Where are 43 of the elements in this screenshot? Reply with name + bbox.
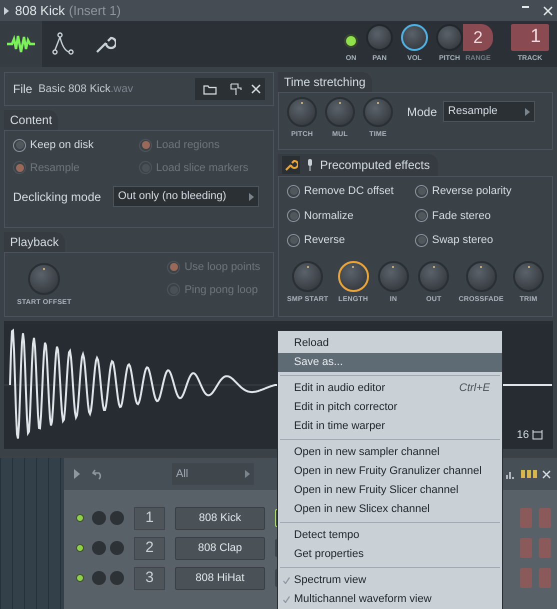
panel-title: Content	[4, 110, 58, 130]
channel-number[interactable]: 3	[134, 566, 165, 590]
menu-item[interactable]: Edit in audio editor Ctrl+E	[278, 379, 502, 398]
option-label: Reverse polarity	[432, 184, 512, 199]
option-label: Reverse	[304, 233, 345, 248]
menu-item[interactable]: Open in new sampler channel	[278, 443, 502, 462]
menu-item[interactable]: Open in new Slicex channel	[278, 500, 502, 519]
track-display[interactable]: 1	[511, 24, 549, 51]
menu-item[interactable]: Open in new Fruity Slicer channel	[278, 481, 502, 500]
menu-item[interactable]: Multichannel waveform view	[278, 590, 502, 609]
panel-title: Precomputed effects	[320, 157, 431, 174]
menu-item[interactable]: Open in new Fruity Granulizer channel	[278, 462, 502, 481]
channel-name-button[interactable]: 808 Clap	[175, 536, 265, 560]
mode-label: Mode	[407, 104, 438, 120]
menu-item[interactable]: Get properties	[278, 545, 502, 564]
option-label: Remove DC offset	[304, 184, 394, 199]
menu-item[interactable]: Reload	[278, 334, 502, 353]
file-extension: .wav	[110, 82, 134, 97]
range-display[interactable]: 2	[463, 24, 493, 51]
option-label: Normalize	[304, 208, 354, 224]
option-label: Keep on disk	[30, 138, 94, 153]
option-label: Fade stereo	[432, 208, 491, 224]
window-subtitle: (Insert 1)	[68, 2, 121, 20]
channel-name-button[interactable]: 808 Kick	[175, 506, 265, 530]
option-label: Swap stereo	[432, 233, 494, 248]
channel-name-button[interactable]: 808 HiHat	[175, 566, 265, 590]
menu-item[interactable]: Save as...	[278, 353, 502, 372]
menu-item[interactable]: Spectrum view	[278, 571, 502, 590]
file-label: File	[13, 81, 32, 98]
resolution-label: 16	[516, 428, 529, 442]
menu-item[interactable]: Detect tempo	[278, 526, 502, 545]
menu-item[interactable]: Edit in pitch corrector	[278, 398, 502, 417]
menu-item[interactable]: Edit in time warper	[278, 417, 502, 436]
panel-title: Time stretching	[278, 72, 372, 92]
declicking-label: Declicking mode	[13, 188, 102, 206]
panel-title: Playback	[4, 232, 65, 252]
file-name: Basic 808 Kick	[38, 82, 110, 97]
window-title: 808 Kick	[15, 2, 65, 20]
channel-number[interactable]: 2	[134, 536, 165, 560]
filter-dropdown[interactable]: All	[172, 463, 254, 485]
dropdown[interactable]: Out only (no bleeding)	[113, 186, 260, 207]
channel-number[interactable]: 1	[134, 506, 165, 530]
dropdown[interactable]: Resample	[443, 101, 536, 122]
